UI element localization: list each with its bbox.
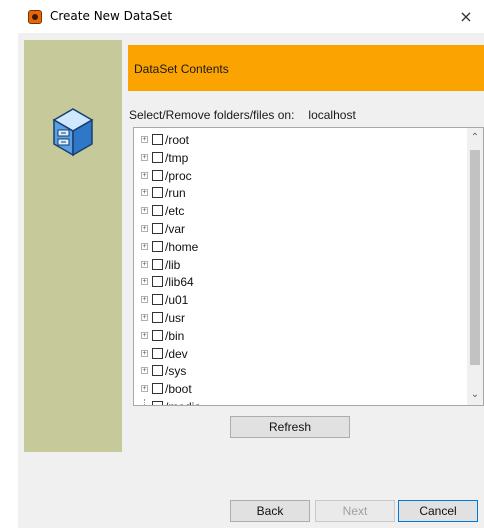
- scroll-down-icon[interactable]: ⌄: [467, 387, 483, 403]
- expand-icon[interactable]: +: [141, 189, 148, 197]
- expand-icon[interactable]: +: [141, 242, 148, 250]
- expand-icon[interactable]: +: [141, 153, 148, 161]
- folder-checkbox[interactable]: [152, 276, 163, 288]
- expand-icon[interactable]: +: [141, 331, 148, 339]
- folder-label: /media: [165, 400, 201, 405]
- host-name: localhost: [308, 108, 356, 122]
- tree-connector: [144, 399, 145, 405]
- folder-label: /var: [165, 222, 186, 236]
- expand-icon[interactable]: +: [141, 136, 148, 143]
- folder-checkbox[interactable]: [152, 205, 163, 217]
- header-title: DataSet Contents: [134, 62, 229, 76]
- folder-label: /run: [165, 186, 186, 201]
- folder-checkbox[interactable]: [152, 134, 163, 145]
- folder-checkbox[interactable]: [152, 169, 163, 181]
- selection-label: Select/Remove folders/files on: localhost: [129, 108, 356, 122]
- expand-icon[interactable]: +: [141, 296, 148, 304]
- folder-label: /usr: [165, 311, 186, 325]
- database-cabinet-icon: [52, 108, 94, 157]
- selection-label-text: Select/Remove folders/files on:: [129, 108, 295, 122]
- folder-label: /sys: [165, 364, 187, 379]
- folder-label: /home: [165, 239, 199, 254]
- vertical-scrollbar[interactable]: ⌃ ⌄: [467, 128, 483, 405]
- expand-icon[interactable]: +: [141, 367, 148, 375]
- folder-label: /etc: [165, 204, 185, 219]
- folder-tree[interactable]: + /root + /tmp + /proc + /run + /etc + /var + /home + /…: [133, 127, 484, 406]
- cancel-button[interactable]: Cancel: [398, 500, 478, 522]
- folder-label: /tmp: [165, 150, 189, 165]
- side-panel: [24, 40, 122, 452]
- folder-checkbox[interactable]: [152, 187, 163, 199]
- folder-checkbox[interactable]: [152, 383, 163, 395]
- window-title: Create New DataSet: [50, 9, 173, 23]
- folder-label: /lib64: [165, 275, 194, 290]
- next-button[interactable]: Next: [315, 500, 395, 522]
- folder-checkbox[interactable]: [152, 223, 163, 234]
- app-logo-icon: [28, 10, 42, 24]
- folder-label: /u01: [165, 293, 189, 308]
- refresh-button[interactable]: Refresh: [230, 416, 350, 438]
- scroll-thumb[interactable]: [470, 150, 480, 365]
- folder-checkbox[interactable]: [152, 312, 163, 323]
- folder-label: /proc: [165, 168, 192, 183]
- folder-checkbox[interactable]: [152, 294, 163, 306]
- folder-checkbox[interactable]: [152, 151, 163, 163]
- create-dataset-dialog: Create New DataSet × DataSet Contents Se…: [18, 0, 484, 528]
- title-bar: Create New DataSet ×: [18, 0, 484, 33]
- expand-icon[interactable]: +: [141, 171, 148, 179]
- folder-checkbox[interactable]: [152, 401, 163, 405]
- folder-label: /bin: [165, 328, 185, 343]
- folder-checkbox[interactable]: [152, 240, 163, 252]
- folder-label: /root: [165, 133, 190, 147]
- expand-icon[interactable]: +: [141, 385, 148, 393]
- folder-label: /dev: [165, 346, 188, 361]
- folder-checkbox[interactable]: [152, 347, 163, 359]
- scroll-up-icon[interactable]: ⌃: [467, 130, 483, 146]
- back-button[interactable]: Back: [230, 500, 310, 522]
- expand-icon[interactable]: +: [141, 314, 148, 321]
- expand-icon[interactable]: +: [141, 260, 148, 268]
- expand-icon[interactable]: +: [141, 349, 148, 357]
- folder-label: /boot: [165, 382, 192, 397]
- folder-checkbox[interactable]: [152, 365, 163, 377]
- folder-checkbox[interactable]: [152, 258, 163, 270]
- header-band: DataSet Contents: [128, 45, 484, 91]
- expand-icon[interactable]: +: [141, 278, 148, 286]
- expand-icon[interactable]: +: [141, 207, 148, 215]
- close-button[interactable]: ×: [448, 0, 484, 33]
- folder-label: /lib: [165, 257, 181, 272]
- folder-checkbox[interactable]: [152, 329, 163, 341]
- expand-icon[interactable]: +: [141, 225, 148, 232]
